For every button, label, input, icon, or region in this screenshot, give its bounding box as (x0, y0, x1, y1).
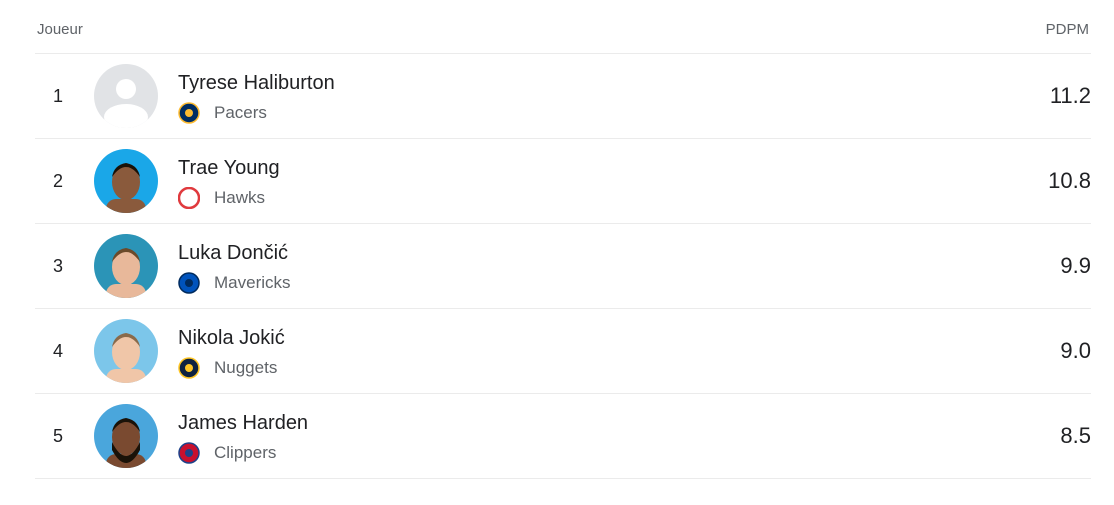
player-name[interactable]: Luka Dončić (178, 242, 288, 265)
avatar (94, 234, 158, 298)
stat-value: 11.2 (1049, 83, 1091, 108)
table-row[interactable]: 4 Nikola Jokić Nuggets 9.0 (35, 309, 1091, 394)
avatar (94, 149, 158, 213)
team-logo-icon (178, 442, 214, 464)
avatar (94, 404, 158, 468)
team: Pacers (178, 102, 267, 124)
team-logo-icon (178, 357, 214, 379)
player-name[interactable]: James Harden (178, 412, 308, 435)
table-row[interactable]: 5 James Harden Clippers 8.5 (35, 394, 1091, 479)
team-logo-icon (178, 187, 214, 209)
player-name[interactable]: Nikola Jokić (178, 327, 285, 350)
avatar (94, 319, 158, 383)
stat-column-header[interactable]: PDPM (1046, 21, 1089, 38)
player-name[interactable]: Trae Young (178, 157, 280, 180)
stat-value: 9.9 (1060, 253, 1091, 278)
stat-value: 8.5 (1060, 423, 1091, 448)
table-header: Joueur PDPM (35, 0, 1091, 54)
team: Nuggets (178, 357, 277, 379)
rank: 2 (53, 171, 64, 191)
player-name[interactable]: Tyrese Haliburton (178, 72, 335, 95)
team-logo-icon (178, 272, 214, 294)
table-row[interactable]: 3 Luka Dončić Mavericks 9.9 (35, 224, 1091, 309)
avatar (94, 64, 158, 128)
team-name: Clippers (214, 443, 277, 462)
team-name: Pacers (214, 103, 267, 122)
stat-value: 10.8 (1048, 168, 1091, 193)
team-logo-icon (178, 102, 214, 124)
team: Clippers (178, 442, 276, 464)
stat-value: 9.0 (1060, 338, 1091, 363)
rank: 3 (53, 256, 64, 276)
player-column-header: Joueur (37, 21, 83, 38)
rank: 1 (53, 86, 64, 106)
team: Mavericks (178, 272, 291, 294)
team-name: Hawks (214, 188, 266, 207)
table-row[interactable]: 2 Trae Young Hawks 10.8 (35, 139, 1091, 224)
team-name: Nuggets (214, 358, 278, 377)
table-row[interactable]: 1 Tyrese Haliburton Pacers 11.2 (35, 54, 1091, 139)
team: Hawks (178, 187, 265, 209)
rank: 4 (53, 341, 64, 361)
team-name: Mavericks (214, 273, 291, 292)
leaderboard-table: Joueur PDPM 1 Tyrese Haliburton Pacers 1… (35, 0, 1091, 479)
rank: 5 (53, 426, 64, 446)
